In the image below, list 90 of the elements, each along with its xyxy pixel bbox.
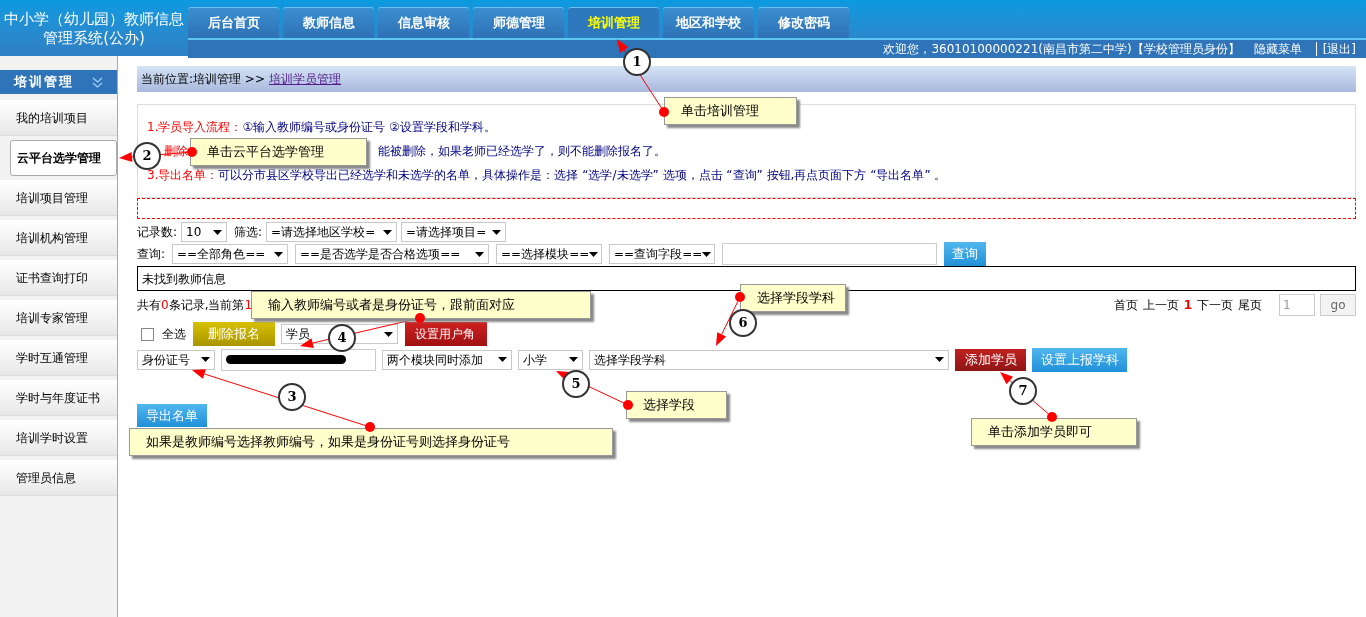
record-summary: 共有0条记录,当前第1 (137, 297, 253, 314)
breadcrumb-link[interactable]: 培训学员管理 (268, 70, 341, 88)
go-button[interactable]: go (1320, 294, 1356, 316)
note-text: 可以分市县区学校导出已经选学和未选学的名单，具体操作是：选择 “选学/未选学” 选项，点击 “查询” 按钮,再点页面下方 “导出名单” 。 (218, 167, 947, 184)
callout: 输入教师编号或者是身份证号，跟前面对应 (251, 291, 591, 319)
project-select[interactable]: =请选择项目= (401, 222, 507, 242)
hide-menu-link[interactable]: 隐藏菜单 (1253, 40, 1302, 58)
sidebar-item[interactable]: 培训学时设置 (0, 420, 117, 456)
sidebar-item[interactable]: 学时与年度证书 (0, 380, 117, 416)
sidebar-item[interactable]: 培训项目管理 (0, 180, 117, 216)
callout: 选择学段 (626, 391, 727, 419)
records-label: 记录数: (137, 224, 178, 241)
step-number: 2 (133, 142, 161, 170)
caret-icon (702, 251, 712, 257)
step-number: 3 (278, 383, 306, 411)
note-text: 能被删除，如果老师已经选学了，则不能删除报名了。 (378, 143, 666, 160)
subject-select[interactable]: 选择学段学科 (589, 349, 949, 370)
nav-tab[interactable]: 培训管理 (568, 7, 659, 38)
callout: 单击培训管理 (664, 97, 797, 125)
nav-tab[interactable]: 师德管理 (473, 7, 564, 38)
caret-icon (383, 229, 393, 235)
stage-select[interactable]: 小学 (518, 349, 583, 370)
pager-link[interactable]: 首页 (1113, 296, 1138, 314)
school-select[interactable]: =请选择地区学校= (266, 222, 398, 242)
nav-tab[interactable]: 教师信息 (283, 7, 374, 38)
callout: 如果是教师编号选择教师编号，如果是身份证号则选择身份证号 (129, 428, 613, 456)
pager-link[interactable]: 下一页 (1197, 296, 1233, 314)
anchor-dot (659, 107, 669, 117)
welcome-text: 欢迎您，36010100000221(南昌市第二中学)【学校管理员身份】 (883, 41, 1240, 58)
query-select[interactable]: ==选择模块== (496, 244, 603, 264)
breadcrumb-text: 当前位置:培训管理 >> (141, 71, 265, 88)
caret-icon (201, 357, 210, 362)
callout: 选择学段学科 (740, 284, 846, 312)
anchor-dot (187, 147, 197, 157)
set-role-button[interactable]: 设置用户角 (405, 322, 487, 346)
caret-icon (274, 251, 284, 257)
id-number-field[interactable] (221, 348, 376, 371)
sidebar-item[interactable]: 我的培训项目 (0, 100, 117, 136)
caret-icon (589, 251, 599, 257)
anchor-dot (623, 400, 633, 410)
filter-label: 筛选: (234, 224, 263, 241)
logout-link[interactable]: [退出] (1322, 40, 1356, 58)
id-type-select[interactable]: 身份证号 (137, 349, 215, 370)
records-select[interactable]: 10 (181, 222, 228, 242)
select-all-checkbox[interactable] (141, 327, 154, 341)
sidebar-item[interactable]: 管理员信息 (0, 460, 117, 496)
note-label: 3.导出名单： (147, 167, 219, 184)
anchor-dot (1047, 412, 1057, 422)
query-label: 查询: (137, 246, 166, 263)
sidebar-item[interactable]: 学时互通管理 (0, 340, 117, 376)
caret-icon (569, 357, 578, 362)
note-text: ①输入教师编号或身份证号 ②设置学段和学科。 (242, 119, 496, 136)
nav-tab[interactable]: 地区和学校 (663, 7, 754, 38)
sidebar-item[interactable]: 云平台选学管理 (10, 140, 117, 176)
query-select[interactable]: ==查询字段== (609, 244, 716, 264)
nav-tab[interactable]: 修改密码 (758, 7, 849, 38)
sidebar-title: 培训管理 (14, 73, 74, 92)
current-page: 1 (1183, 297, 1192, 314)
caret-icon (935, 357, 944, 362)
callout: 单击添加学员即可 (971, 418, 1137, 446)
caret-icon (475, 251, 485, 257)
system-title: 中小学（幼儿园）教师信息 (4, 10, 184, 29)
caret-icon (498, 357, 507, 362)
pager-link[interactable]: 尾页 (1238, 296, 1262, 314)
anchor-dot (415, 313, 425, 323)
note-label: 1.学员导入流程： (147, 119, 243, 136)
nav-tab[interactable]: 后台首页 (188, 7, 279, 38)
collapse-icon[interactable] (92, 76, 103, 88)
query-select[interactable]: ==是否选学是否合格选项== (295, 244, 490, 264)
anchor-dot (735, 292, 745, 302)
sidebar-item[interactable]: 培训机构管理 (0, 220, 117, 256)
pager-link[interactable]: 上一页 (1142, 296, 1179, 314)
module-select[interactable]: 两个模块同时添加 (382, 349, 512, 370)
nav-tab[interactable]: 信息审核 (378, 7, 469, 38)
caret-icon (213, 229, 223, 235)
result-message: 未找到教师信息 (137, 266, 1356, 291)
anchor-dot (365, 422, 375, 432)
step-number: 6 (729, 309, 757, 337)
caret-icon (492, 229, 502, 235)
query-select[interactable]: ==全部角色== (172, 244, 289, 264)
sidebar-item[interactable]: 培训专家管理 (0, 300, 117, 336)
sidebar-item[interactable]: 证书查询打印 (0, 260, 117, 296)
select-all-label: 全选 (162, 326, 186, 343)
add-student-button[interactable]: 添加学员 (955, 348, 1026, 371)
callout: 单击云平台选学管理 (190, 138, 367, 166)
step-number: 5 (562, 370, 590, 398)
caret-icon (384, 331, 393, 337)
search-field[interactable] (722, 243, 938, 265)
step-number: 7 (1009, 377, 1037, 405)
system-title: 管理系统(公办) (43, 29, 145, 48)
